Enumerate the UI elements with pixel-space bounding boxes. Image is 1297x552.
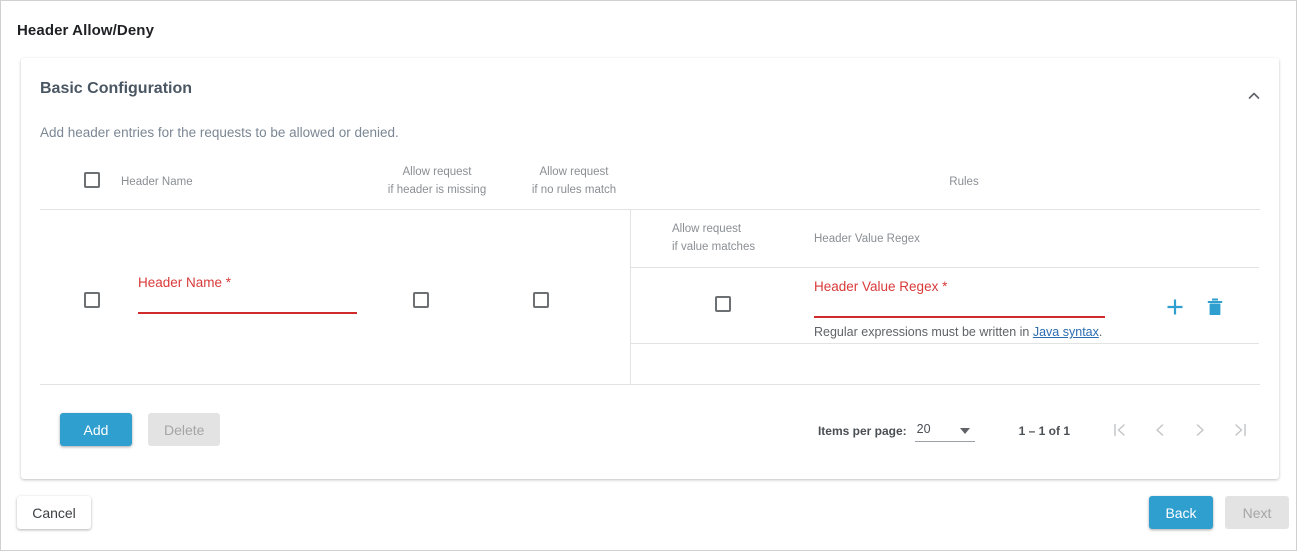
trash-icon <box>1204 305 1226 322</box>
items-per-page-select[interactable]: 20 <box>915 421 975 442</box>
rules-table: Allow request if value matches Header Va… <box>630 210 1259 384</box>
card-title: Basic Configuration <box>40 80 192 98</box>
delete-button: Delete <box>148 413 220 446</box>
cancel-button[interactable]: Cancel <box>17 496 91 529</box>
basic-configuration-card: Basic Configuration Add header entries f… <box>21 58 1279 479</box>
card-subtitle: Add header entries for the requests to b… <box>40 125 399 140</box>
header-name-label: Header Name * <box>138 275 357 291</box>
last-page-icon <box>1231 421 1249 442</box>
next-page-button <box>1180 419 1220 443</box>
chevron-up-icon <box>1246 88 1262 104</box>
paginator: Items per page: 20 1 – 1 of 1 <box>818 419 1260 443</box>
allow-if-header-missing-checkbox[interactable] <box>413 292 429 308</box>
header-value-regex-label: Header Value Regex * <box>814 279 1105 295</box>
app-window: Header Allow/Deny Basic Configuration Ad… <box>0 0 1297 551</box>
last-page-button <box>1220 419 1260 443</box>
add-rule-button[interactable] <box>1164 296 1186 318</box>
plus-icon <box>1164 305 1186 322</box>
header-value-regex-field[interactable]: Header Value Regex * Regular expressions… <box>814 279 1105 339</box>
table-header-row: Header Name Allow request if header is m… <box>40 153 1260 210</box>
back-button[interactable]: Back <box>1149 496 1213 529</box>
chevron-down-icon <box>960 428 970 434</box>
rules-column-header-allow-if-value-matches: Allow request if value matches <box>672 220 755 256</box>
column-header-allow-if-header-missing: Allow request if header is missing <box>367 163 507 199</box>
header-entries-table: Header Name Allow request if header is m… <box>40 153 1260 385</box>
rules-column-header-header-value-regex: Header Value Regex <box>814 230 920 248</box>
column-header-rules: Rules <box>650 173 1278 191</box>
add-button[interactable]: Add <box>60 413 132 446</box>
regex-hint-prefix: Regular expressions must be written in <box>814 325 1033 339</box>
pagination-buttons <box>1100 419 1260 443</box>
page-title: Header Allow/Deny <box>17 22 154 39</box>
column-header-header-name: Header Name <box>121 173 193 191</box>
collapse-card-button[interactable] <box>1239 81 1269 111</box>
header-value-regex-underline <box>814 316 1105 318</box>
first-page-icon <box>1111 421 1129 442</box>
table-row: Header Name * Allow request if value mat… <box>40 210 1260 385</box>
first-page-button <box>1100 419 1140 443</box>
delete-rule-button[interactable] <box>1204 296 1226 318</box>
header-name-field[interactable]: Header Name * <box>138 275 357 314</box>
items-per-page-label: Items per page: <box>818 424 907 438</box>
chevron-right-icon <box>1191 421 1209 442</box>
allow-if-value-matches-checkbox[interactable] <box>715 296 731 312</box>
regex-hint: Regular expressions must be written in J… <box>814 325 1105 339</box>
allow-if-no-rules-match-checkbox[interactable] <box>533 292 549 308</box>
row-select-checkbox[interactable] <box>84 292 100 308</box>
column-header-allow-if-no-rules-match: Allow request if no rules match <box>505 163 643 199</box>
header-name-underline <box>138 312 357 314</box>
wizard-footer: Cancel Back Next <box>1 479 1297 552</box>
table-toolbar: Add Delete Items per page: 20 1 – 1 of 1 <box>40 413 1260 459</box>
regex-hint-suffix: . <box>1099 325 1102 339</box>
chevron-left-icon <box>1151 421 1169 442</box>
previous-page-button <box>1140 419 1180 443</box>
next-button: Next <box>1225 496 1289 529</box>
rules-table-header-row: Allow request if value matches Header Va… <box>631 210 1259 268</box>
rules-table-row: Header Value Regex * Regular expressions… <box>631 268 1259 344</box>
page-range-label: 1 – 1 of 1 <box>1019 424 1070 438</box>
java-syntax-link[interactable]: Java syntax <box>1033 325 1099 339</box>
items-per-page-value: 20 <box>917 422 931 436</box>
select-all-checkbox[interactable] <box>84 172 100 188</box>
